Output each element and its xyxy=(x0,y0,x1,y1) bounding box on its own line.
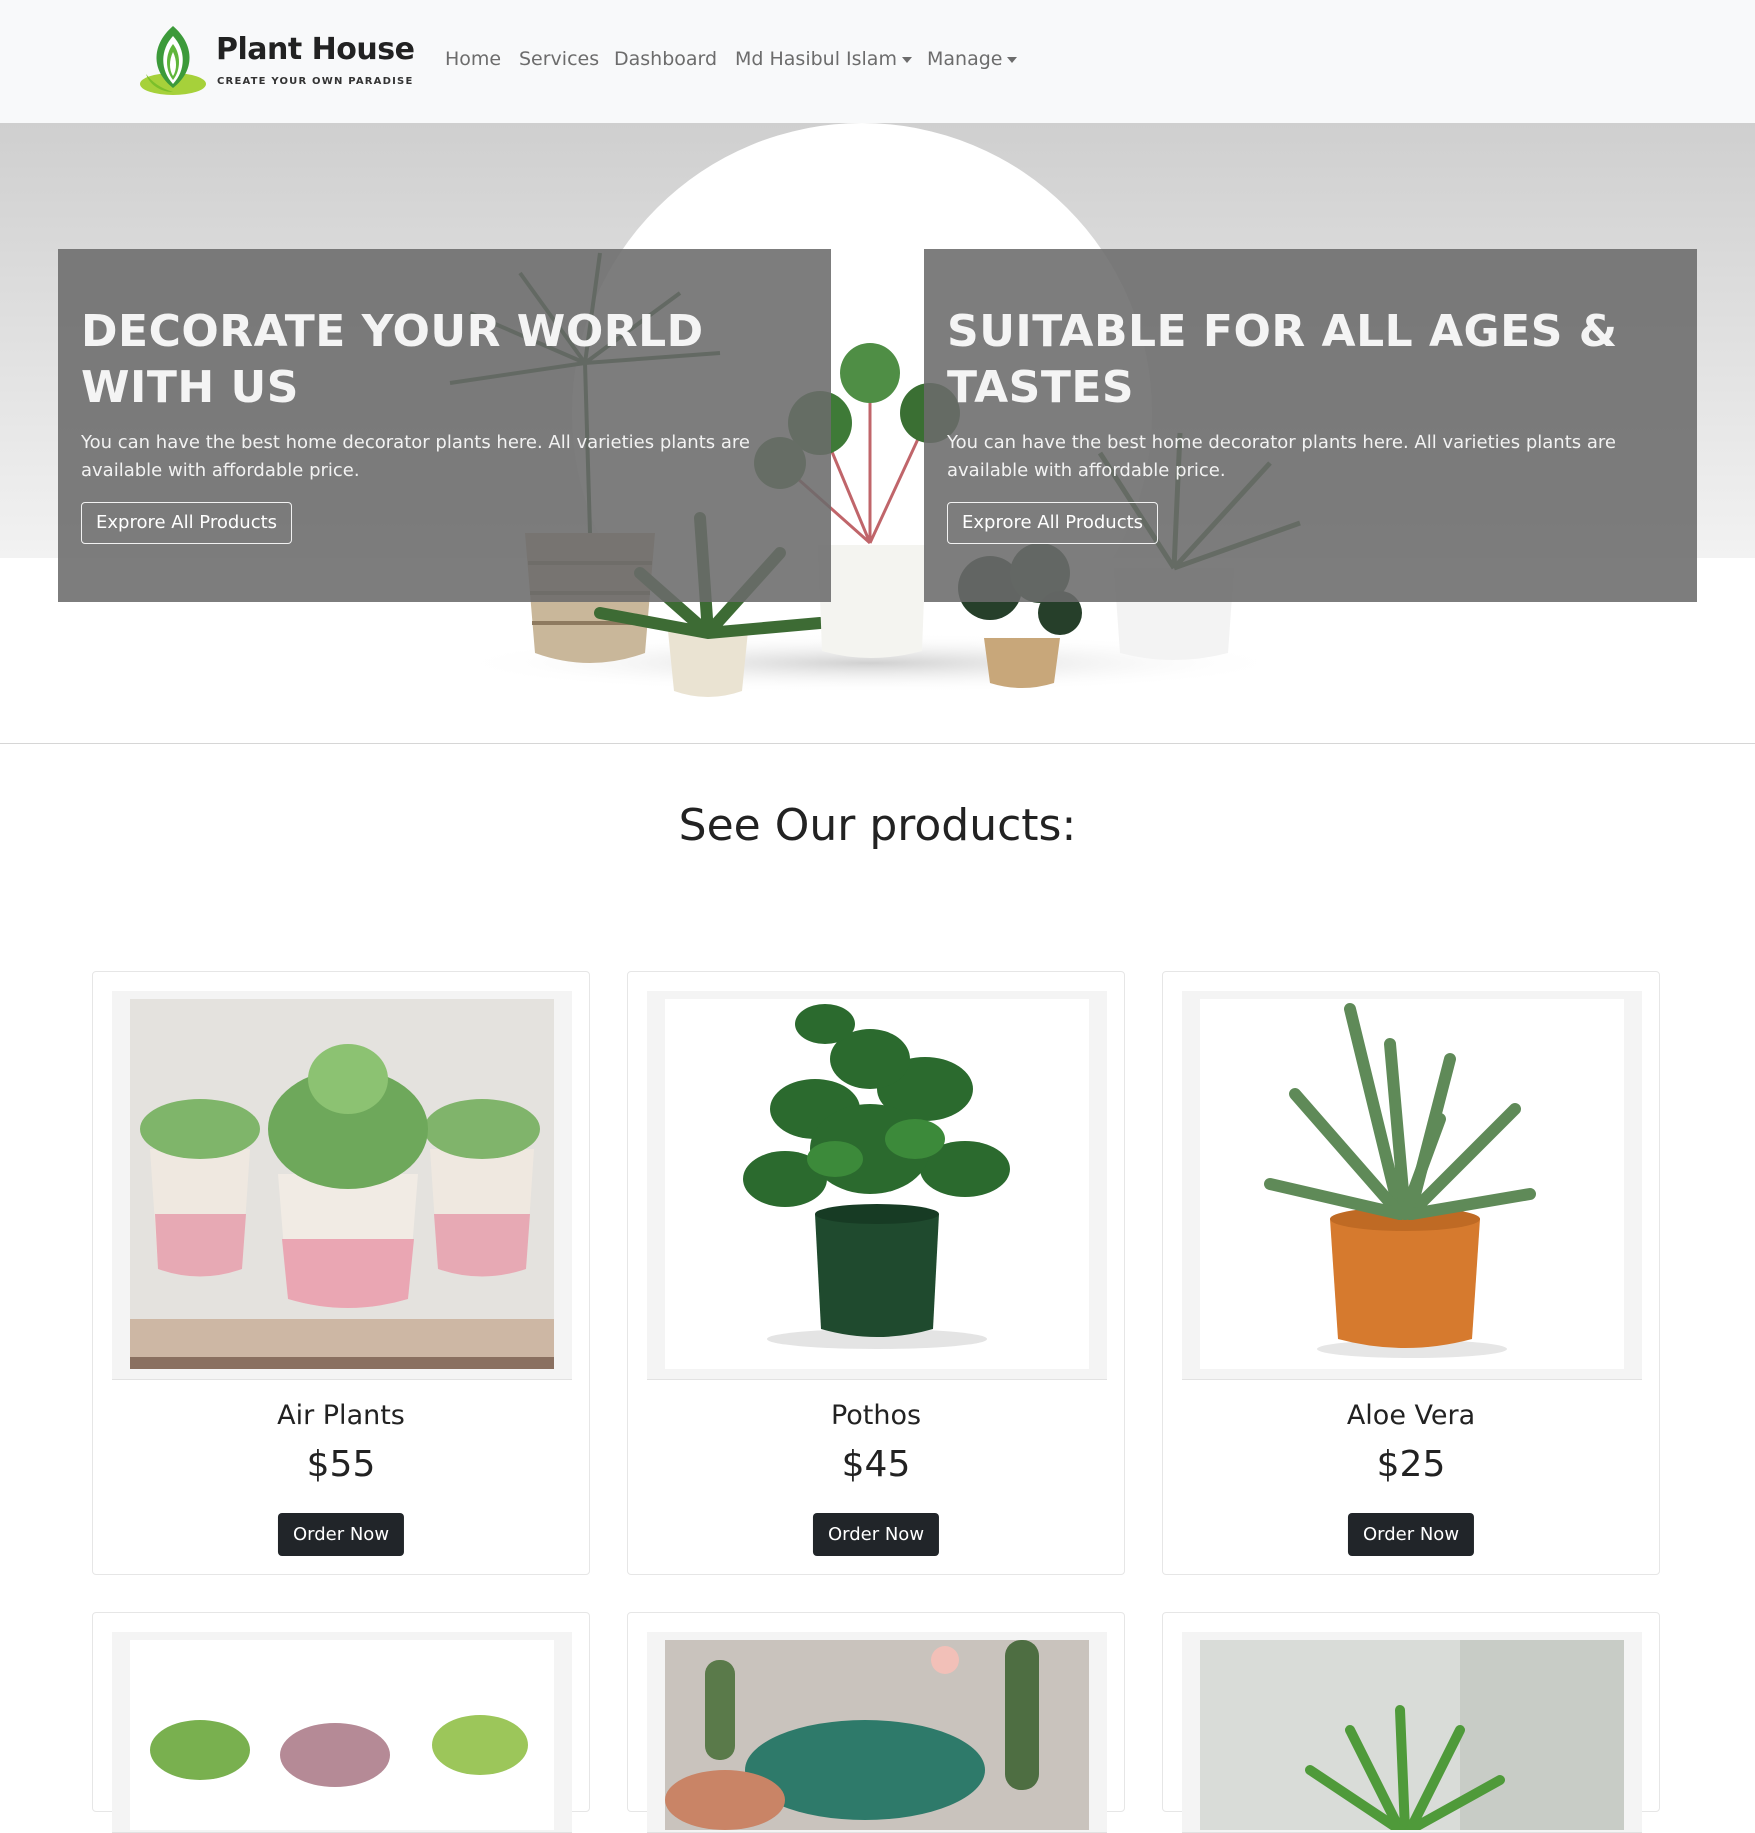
product-image-aloe-vera xyxy=(1200,999,1624,1369)
hero-slide-1: DECORATE YOUR WORLD WITH US You can have… xyxy=(58,249,831,602)
product-image-frame xyxy=(112,1632,572,1833)
leaf-logo-icon xyxy=(140,26,206,95)
product-image-pothos xyxy=(665,999,1089,1369)
navbar: Plant House CREATE YOUR OWN PARADISE Hom… xyxy=(0,0,1755,124)
product-image-frame xyxy=(1182,1632,1642,1833)
caret-down-icon xyxy=(1007,56,1018,63)
nav-manage-dropdown[interactable]: Manage xyxy=(927,48,1018,70)
hero-carousel: DECORATE YOUR WORLD WITH US You can have… xyxy=(0,123,1755,744)
product-image-frame xyxy=(647,1632,1107,1833)
product-price: $25 xyxy=(1376,1444,1446,1485)
hero-slide-title: SUITABLE FOR ALL AGES & TASTES xyxy=(947,306,1618,413)
caret-down-icon xyxy=(901,56,912,63)
product-price: $55 xyxy=(306,1444,376,1485)
product-image-frame xyxy=(112,991,572,1380)
product-name: Aloe Vera xyxy=(1346,1400,1476,1431)
product-image-frame xyxy=(1182,991,1642,1380)
product-card: Aloe Vera $25 Order Now xyxy=(1162,971,1660,1575)
product-price: $45 xyxy=(841,1444,911,1485)
explore-products-button[interactable]: Exprore All Products xyxy=(947,502,1159,544)
product-image-haworthia xyxy=(1200,1640,1624,1830)
product-card xyxy=(92,1612,590,1833)
hero-slide-2: SUITABLE FOR ALL AGES & TASTES You can h… xyxy=(924,249,1697,602)
product-card: Pothos $45 Order Now xyxy=(627,971,1125,1575)
hero-slide-text: You can have the best home decorator pla… xyxy=(81,432,750,481)
product-image-succulents xyxy=(130,1640,554,1830)
product-card: Air Plants $55 Order Now xyxy=(92,971,590,1575)
products-heading: See Our products: xyxy=(678,800,1077,851)
product-name: Air Plants xyxy=(277,1400,405,1431)
product-card xyxy=(627,1612,1125,1833)
product-image-frame xyxy=(647,991,1107,1380)
explore-products-button[interactable]: Exprore All Products xyxy=(81,502,293,544)
product-name: Pothos xyxy=(830,1400,922,1431)
brand[interactable]: Plant House CREATE YOUR OWN PARADISE xyxy=(138,22,415,98)
order-now-button[interactable]: Order Now xyxy=(812,1513,940,1556)
order-now-button[interactable]: Order Now xyxy=(1347,1513,1475,1556)
order-now-button[interactable]: Order Now xyxy=(277,1513,405,1556)
brand-tagline: CREATE YOUR OWN PARADISE xyxy=(217,76,414,87)
hero-slide-title: DECORATE YOUR WORLD WITH US xyxy=(81,306,704,413)
product-card xyxy=(1162,1612,1660,1833)
product-image-cactus xyxy=(665,1640,1089,1830)
nav-manage-label: Manage xyxy=(927,48,1003,70)
nav-home[interactable]: Home xyxy=(445,48,501,70)
nav-user-label: Md Hasibul Islam xyxy=(735,48,897,70)
nav-user-dropdown[interactable]: Md Hasibul Islam xyxy=(735,48,912,70)
brand-name: Plant House xyxy=(216,32,415,67)
hero-slide-text: You can have the best home decorator pla… xyxy=(947,432,1616,481)
product-image-air-plants xyxy=(130,999,554,1369)
nav-services[interactable]: Services xyxy=(519,48,599,70)
nav-dashboard[interactable]: Dashboard xyxy=(614,48,717,70)
